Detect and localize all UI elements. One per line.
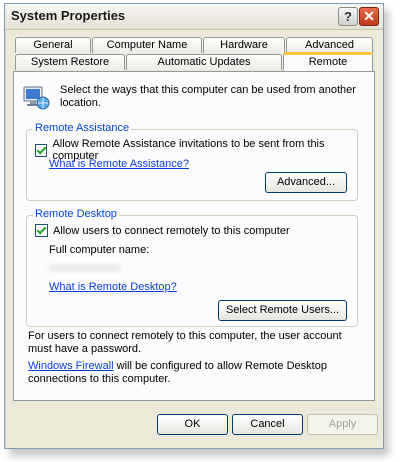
what-is-remote-assistance-link[interactable]: What is Remote Assistance?	[49, 158, 189, 170]
remote-desktop-checkbox[interactable]	[35, 224, 48, 237]
remote-tab-panel: Select the ways that this computer can b…	[13, 71, 375, 401]
what-is-remote-desktop-link[interactable]: What is Remote Desktop?	[49, 281, 177, 293]
tab-computer-name[interactable]: Computer Name	[92, 37, 202, 53]
tab-hardware[interactable]: Hardware	[203, 37, 285, 53]
apply-button: Apply	[307, 414, 378, 435]
remote-assistance-checkbox[interactable]	[35, 143, 48, 157]
remote-assistance-group: Remote Assistance Allow Remote Assistanc…	[26, 122, 358, 201]
tab-system-restore[interactable]: System Restore	[15, 54, 125, 70]
full-computer-name-label: Full computer name:	[49, 244, 150, 256]
title-bar[interactable]: System Properties ? ✕	[5, 4, 383, 30]
remote-desktop-checkbox-row[interactable]: Allow users to connect remotely to this …	[35, 224, 290, 237]
advanced-button[interactable]: Advanced...	[265, 172, 347, 193]
firewall-note: Windows Firewall will be configured to a…	[28, 360, 358, 386]
remote-computer-icon	[23, 86, 50, 110]
cancel-button[interactable]: Cancel	[232, 414, 303, 435]
system-properties-dialog: System Properties ? ✕ General Computer N…	[4, 3, 384, 449]
select-remote-users-button[interactable]: Select Remote Users...	[218, 300, 347, 321]
tab-automatic-updates[interactable]: Automatic Updates	[126, 54, 282, 70]
close-icon: ✕	[363, 8, 375, 24]
tab-remote[interactable]: Remote	[283, 52, 373, 71]
remote-desktop-group: Remote Desktop Allow users to connect re…	[26, 208, 358, 327]
remote-assistance-label: Remote Assistance	[33, 122, 132, 134]
close-button[interactable]: ✕	[359, 7, 379, 26]
window-title: System Properties	[11, 8, 126, 23]
help-icon: ?	[344, 9, 352, 24]
remote-desktop-checkbox-label: Allow users to connect remotely to this …	[53, 224, 290, 237]
tab-advanced[interactable]: Advanced	[286, 37, 373, 53]
full-computer-name-value	[49, 264, 121, 272]
password-note: For users to connect remotely to this co…	[28, 330, 342, 355]
intro-text: Select the ways that this computer can b…	[60, 84, 356, 109]
tab-general[interactable]: General	[15, 37, 91, 53]
remote-desktop-label: Remote Desktop	[33, 208, 119, 220]
help-button[interactable]: ?	[338, 7, 358, 26]
ok-button[interactable]: OK	[157, 414, 228, 435]
windows-firewall-link[interactable]: Windows Firewall	[28, 360, 114, 372]
